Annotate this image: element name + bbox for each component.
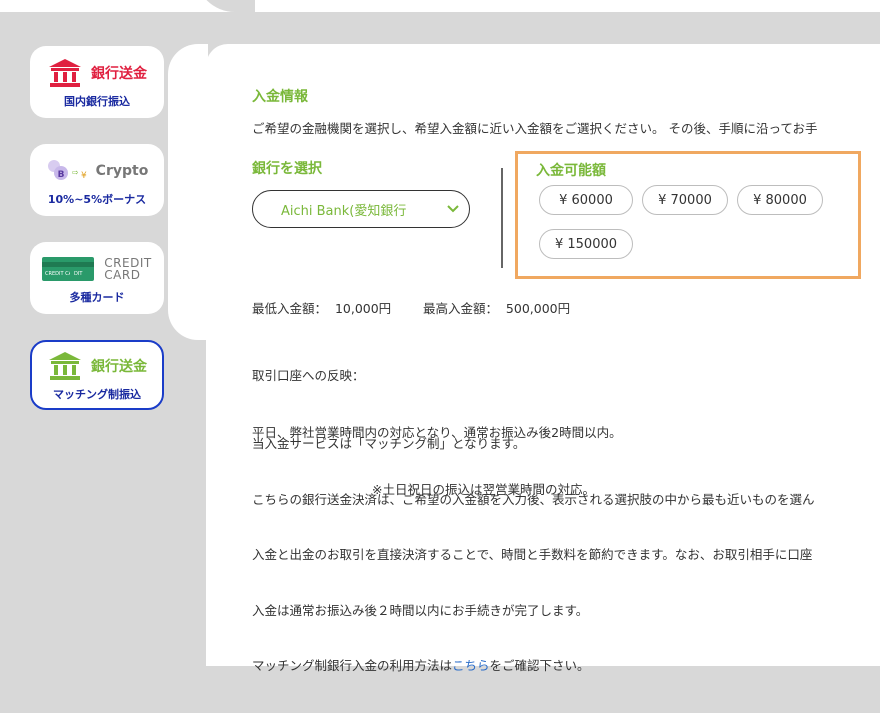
- bank-select-heading: 銀行を選択: [252, 158, 322, 178]
- tab-title: Crypto: [96, 163, 149, 179]
- bank-icon: [47, 351, 83, 381]
- tab-subtitle: 10%~5%ボーナス: [48, 191, 146, 207]
- bank-select-dropdown[interactable]: Aichi Bank(愛知銀行: [252, 190, 470, 228]
- divider: [501, 168, 503, 268]
- amount-heading: 入金可能額: [536, 160, 606, 180]
- tab-title: 銀行送金: [91, 63, 147, 83]
- amount-button[interactable]: ¥ 60000: [539, 185, 633, 215]
- amount-button[interactable]: ¥ 150000: [539, 229, 633, 259]
- svg-text:¥: ¥: [81, 171, 87, 181]
- reflection-title: 取引口座への反映：: [252, 366, 622, 385]
- tab-crypto[interactable]: B ⇨ ¥ Crypto 10%~5%ボーナス: [30, 144, 164, 216]
- bank-select-value: Aichi Bank(愛知銀行: [281, 200, 406, 219]
- tab-domestic-bank-transfer[interactable]: 銀行送金 国内銀行振込: [30, 46, 164, 118]
- chevron-down-icon: [447, 205, 459, 213]
- credit-card-icon: CREDIT CARD DIT: [42, 256, 96, 282]
- tab-title: 銀行送金: [91, 356, 147, 376]
- section-title: 入金情報: [252, 86, 308, 106]
- tab-title: CREDIT CARD: [104, 257, 151, 281]
- svg-text:B: B: [57, 170, 64, 180]
- tab-subtitle: マッチング制振込: [53, 386, 141, 402]
- top-bar: [0, 0, 880, 12]
- svg-text:⇨: ⇨: [72, 168, 79, 177]
- tab-subtitle: 多種カード: [70, 289, 125, 305]
- amount-button[interactable]: ¥ 80000: [737, 185, 823, 215]
- deposit-limits: 最低入金額： 10,000円 最高入金額： 500,000円: [252, 298, 570, 317]
- intro-text: ご希望の金融機関を選択し、希望入金額に近い入金額をご選択ください。 その後、手順…: [252, 118, 817, 137]
- amount-button[interactable]: ¥ 70000: [642, 185, 728, 215]
- service-line: こちらの銀行送金決済は、ご希望の入金額を入力後、表示される選択肢の中から最も近い…: [252, 491, 815, 510]
- service-line: 当入金サービスは「マッチング制」となります。: [252, 435, 815, 454]
- main-panel: 入金情報 ご希望の金融機関を選択し、希望入金額に近い入金額をご選択ください。 そ…: [206, 44, 880, 666]
- tab-credit-card[interactable]: CREDIT CARD DIT CREDIT CARD 多種カード: [30, 242, 164, 314]
- tab-subtitle: 国内銀行振込: [64, 93, 130, 109]
- tab-matching-bank-transfer[interactable]: 銀行送金 マッチング制振込: [30, 340, 164, 410]
- service-line: 入金は通常お振込み後２時間以内にお手続きが完了します。: [252, 602, 815, 621]
- main-panel-tab-connector: [168, 44, 208, 340]
- svg-text:DIT: DIT: [74, 271, 83, 277]
- crypto-icon: B ⇨ ¥: [46, 158, 88, 184]
- howto-line: マッチング制銀行入金の利用方法はこちらをご確認下さい。: [252, 657, 815, 676]
- service-description: 当入金サービスは「マッチング制」となります。 こちらの銀行送金決済は、ご希望の入…: [252, 398, 815, 713]
- bank-icon: [47, 58, 83, 88]
- service-line: 入金と出金のお取引を直接決済することで、時間と手数料を節約できます。なお、お取引…: [252, 546, 815, 565]
- available-amount-panel: 入金可能額 ¥ 60000 ¥ 70000 ¥ 80000 ¥ 150000: [515, 151, 861, 279]
